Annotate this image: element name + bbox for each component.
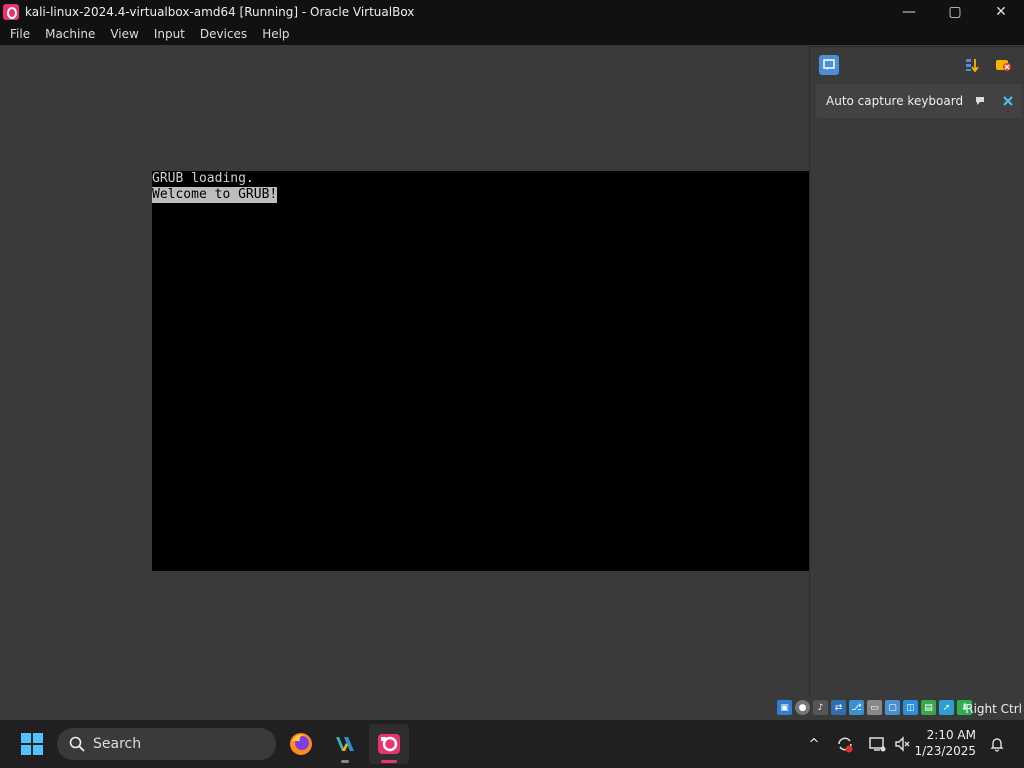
menu-file[interactable]: File xyxy=(5,23,35,45)
virtualbox-app-icon xyxy=(3,3,19,20)
menu-bar: File Machine View Input Devices Help xyxy=(0,23,1024,45)
audio-icon[interactable]: ♪ xyxy=(813,700,828,715)
menu-machine[interactable]: Machine xyxy=(40,23,100,45)
cpu-icon[interactable]: ▤ xyxy=(921,700,936,715)
vm-screen[interactable]: GRUB loading. Welcome to GRUB! xyxy=(152,171,809,571)
vm-console-line: GRUB loading. xyxy=(152,171,254,186)
volume-muted-icon[interactable] xyxy=(892,720,914,768)
close-icon[interactable] xyxy=(1000,93,1016,109)
host-key-label: Right Ctrl xyxy=(965,702,1022,716)
recording-icon[interactable]: ◫ xyxy=(903,700,918,715)
display-icon[interactable]: ▢ xyxy=(885,700,900,715)
optical-drive-icon[interactable]: ● xyxy=(795,700,810,715)
vm-status-bar: ▣ ● ♪ ⇄ ⎇ ▭ ▢ ◫ ▤ ➚ ⬇ Right Ctrl xyxy=(0,698,1024,720)
virtualbox-taskbar-icon[interactable] xyxy=(369,724,409,764)
menu-help[interactable]: Help xyxy=(257,23,294,45)
restore-button[interactable]: ▢ xyxy=(932,0,978,23)
mouse-integration-icon[interactable]: ➚ xyxy=(939,700,954,715)
network-icon[interactable]: ⇄ xyxy=(831,700,846,715)
status-bar-icons: ▣ ● ♪ ⇄ ⎇ ▭ ▢ ◫ ▤ ➚ ⬇ xyxy=(774,700,972,715)
vm-console-line-highlighted: Welcome to GRUB! xyxy=(152,187,278,203)
tray-chevron-icon[interactable]: ^ xyxy=(804,720,824,768)
notification-card[interactable]: Auto capture keyboard ... xyxy=(816,84,1022,118)
pin-icon[interactable] xyxy=(972,93,988,109)
hard-disk-icon[interactable]: ▣ xyxy=(777,700,792,715)
usb-icon[interactable]: ⎇ xyxy=(849,700,864,715)
menu-devices[interactable]: Devices xyxy=(195,23,252,45)
notification-bell-icon[interactable] xyxy=(986,720,1008,768)
notification-text: Auto capture keyboard ... xyxy=(826,94,964,108)
network-icon[interactable] xyxy=(866,720,888,768)
notification-center-panel: Auto capture keyboard ... xyxy=(809,46,1024,699)
sort-icon[interactable] xyxy=(962,55,982,75)
sync-icon[interactable] xyxy=(834,720,856,768)
firefox-taskbar-icon[interactable] xyxy=(281,724,321,764)
taskbar-active-indicator xyxy=(381,760,397,763)
window-title: kali-linux-2024.4-virtualbox-amd64 [Runn… xyxy=(25,4,415,19)
start-tile xyxy=(21,745,31,755)
notification-center-icon[interactable] xyxy=(819,55,839,75)
windows-start-icon[interactable] xyxy=(21,733,43,755)
taskbar-running-indicator xyxy=(341,760,349,763)
window-controls: — ▢ ✕ xyxy=(886,0,1024,23)
close-button[interactable]: ✕ xyxy=(978,0,1024,23)
start-tile xyxy=(33,733,43,743)
window-title-bar: kali-linux-2024.4-virtualbox-amd64 [Runn… xyxy=(0,0,1024,23)
search-icon xyxy=(69,736,85,752)
menu-input[interactable]: Input xyxy=(149,23,190,45)
taskbar-clock[interactable]: 2:10 AM 1/23/2025 xyxy=(914,727,976,759)
menu-view[interactable]: View xyxy=(105,23,143,45)
clear-all-icon[interactable] xyxy=(993,55,1013,75)
search-placeholder: Search xyxy=(93,736,142,752)
minimize-button[interactable]: — xyxy=(886,0,932,23)
visual-studio-code-taskbar-icon[interactable] xyxy=(325,724,365,764)
taskbar-search-box[interactable]: Search xyxy=(57,728,276,760)
shared-folder-icon[interactable]: ▭ xyxy=(867,700,882,715)
start-tile xyxy=(21,733,31,743)
clock-time: 2:10 AM xyxy=(926,728,976,742)
start-tile xyxy=(33,745,43,755)
clock-date: 1/23/2025 xyxy=(914,744,976,758)
